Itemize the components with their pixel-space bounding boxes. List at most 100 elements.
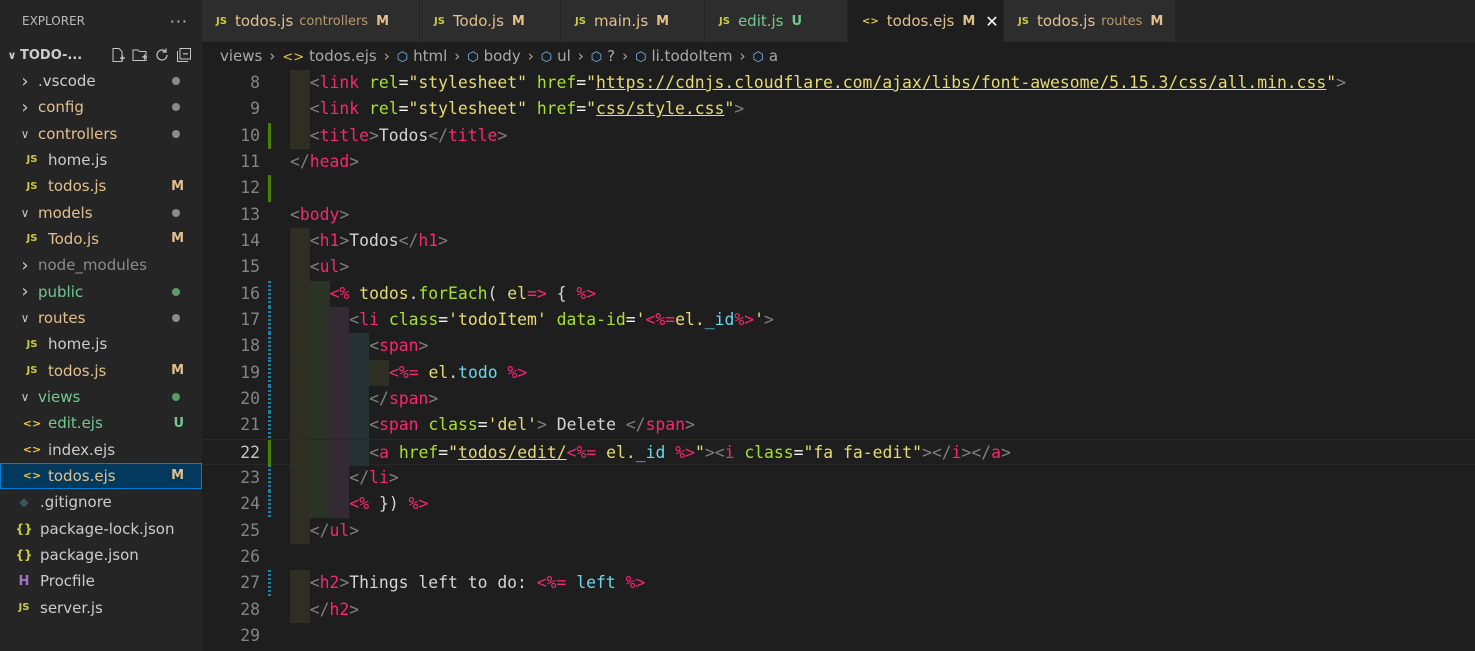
code-line[interactable]: 25 </ul>	[202, 517, 1475, 544]
code-line[interactable]: 14 <h1>Todos</h1>	[202, 227, 1475, 255]
file-item[interactable]: JS home.js	[0, 331, 202, 357]
code-token: =	[793, 442, 804, 462]
file-item[interactable]: JS server.js	[0, 595, 202, 621]
chevron-down-icon: ∨	[20, 389, 30, 404]
code-token: Things left to do:	[349, 573, 537, 593]
code-line[interactable]: 10 <title>Todos</title>	[202, 122, 1475, 149]
folder-item[interactable]: › config	[0, 94, 202, 120]
folder-item[interactable]: ∨ controllers	[0, 121, 202, 147]
code-line[interactable]: 18 <span>	[202, 333, 1475, 360]
code-token: %>	[576, 283, 597, 303]
file-item[interactable]: <> edit.ejs U	[0, 410, 202, 436]
code-token: _id	[635, 442, 666, 462]
file-item[interactable]: JS Todo.js M	[0, 226, 202, 252]
tab-todos-js[interactable]: JS todos.js routes M	[1004, 0, 1176, 42]
status-dot	[172, 287, 180, 296]
folder-item[interactable]: › node_modules	[0, 252, 202, 278]
breadcrumb-item[interactable]: ⬡ body	[467, 47, 520, 65]
git-status-badge: U	[173, 415, 184, 431]
code-editor[interactable]: 8 <link rel="stylesheet" href="https://cd…	[202, 70, 1475, 651]
code-line[interactable]: 26	[202, 544, 1475, 570]
tab-status-badge: M	[511, 13, 525, 29]
code-line[interactable]: 12	[202, 175, 1475, 202]
tab-description: routes	[1101, 13, 1143, 29]
breadcrumb-item[interactable]: views	[220, 47, 262, 65]
breadcrumb-item[interactable]: ⬡ ul	[541, 47, 571, 65]
code-line[interactable]: 21 <span class='del'> Delete </span>	[202, 412, 1475, 439]
code-token: =	[438, 442, 449, 462]
line-number: 14	[240, 230, 260, 250]
breadcrumb-item[interactable]: ⬡ li.todoItem	[635, 47, 732, 65]
code-token: todos	[359, 283, 409, 303]
file-item[interactable]: {} package-lock.json	[0, 516, 202, 542]
breadcrumb-item[interactable]: ⬡?	[591, 47, 615, 65]
file-item[interactable]: <> index.ejs	[0, 437, 202, 463]
indent-guide	[309, 491, 330, 518]
file-item[interactable]: ◆ .gitignore	[0, 489, 202, 515]
code-line[interactable]: 27 <h2>Things left to do: <%= left %>	[202, 570, 1475, 597]
breadcrumb-item[interactable]: ⬡ a	[752, 47, 778, 65]
code-line[interactable]: 13 <body>	[202, 202, 1475, 228]
code-line[interactable]: 8 <link rel="stylesheet" href="https://cd…	[202, 70, 1475, 97]
breadcrumb-item[interactable]: <> todos.ejs	[282, 47, 376, 65]
code-line[interactable]: 16 <% todos.forEach( el=> { %>	[202, 280, 1475, 307]
code-token: class	[388, 309, 439, 329]
code-token: '	[635, 309, 646, 329]
new-folder-icon[interactable]	[132, 47, 148, 63]
code-token: h1	[418, 230, 439, 250]
file-item[interactable]: JS todos.js M	[0, 358, 202, 384]
js-file-icon: JS	[1018, 15, 1029, 27]
code-line[interactable]: 24 <% }) %>	[202, 491, 1475, 518]
code-text: <span class='del'> Delete </span>	[369, 412, 695, 438]
code-line[interactable]: 29	[202, 623, 1475, 649]
close-icon[interactable]: ✕	[985, 12, 998, 31]
folder-item[interactable]: ∨ views	[0, 384, 202, 410]
code-line[interactable]: 9 <link rel="stylesheet" href="css/style.…	[202, 96, 1475, 123]
file-item[interactable]: H Procfile	[0, 568, 202, 594]
tab-edit-js[interactable]: JS edit.js U	[705, 0, 848, 42]
code-line[interactable]: 23 </li>	[202, 464, 1475, 492]
file-item[interactable]: <> todos.ejs M	[0, 462, 202, 489]
line-number: 13	[240, 204, 260, 224]
tab-todos-js[interactable]: JS todos.js controllers M	[202, 0, 420, 42]
new-file-icon[interactable]	[110, 47, 126, 63]
folder-item[interactable]: ∨ routes	[0, 305, 202, 331]
tab-Todo-js[interactable]: JS Todo.js M	[420, 0, 561, 42]
js-file-icon: JS	[575, 15, 586, 27]
file-item[interactable]: JS home.js	[0, 147, 202, 173]
folder-item[interactable]: › public	[0, 279, 202, 305]
more-actions-icon[interactable]: ···	[170, 12, 188, 31]
tab-main-js[interactable]: JS main.js M	[561, 0, 705, 42]
breadcrumb-item[interactable]: ⬡ html	[397, 47, 448, 65]
collapse-all-icon[interactable]	[176, 47, 192, 63]
code-line[interactable]: 28 </h2>	[202, 596, 1475, 623]
code-line[interactable]: 20 </span>	[202, 385, 1475, 413]
tab-todos-ejs[interactable]: <> todos.ejs M ✕	[848, 0, 1004, 42]
code-text: <title>Todos</title>	[310, 123, 507, 149]
indent-guide	[290, 439, 310, 466]
file-item[interactable]: JS todos.js M	[0, 173, 202, 199]
code-line[interactable]: 15 <ul>	[202, 254, 1475, 281]
tab-label: todos.ejs	[886, 12, 955, 30]
line-number: 17	[240, 309, 260, 329]
folder-item[interactable]: ∨ models	[0, 200, 202, 226]
js-file-icon: JS	[26, 180, 38, 192]
code-token: .	[448, 362, 459, 382]
file-item[interactable]: {} package.json	[0, 542, 202, 568]
gutter-changed-marker	[268, 491, 271, 518]
folder-item[interactable]: › .vscode	[0, 68, 202, 94]
code-token: class	[744, 442, 794, 462]
code-line[interactable]: 11 </head>	[202, 149, 1475, 175]
workspace-root[interactable]: ∨ TODO-...	[0, 42, 202, 68]
code-text: <body>	[290, 202, 349, 228]
code-line[interactable]: 22 <a href="todos/edit/<%= el._id %>"><i …	[202, 438, 1475, 466]
code-token: "	[694, 442, 705, 462]
line-number: 12	[240, 178, 260, 198]
code-line[interactable]: 17 <li class='todoItem' data-id='<%=el._i…	[202, 306, 1475, 334]
code-line[interactable]: 19 <%= el.todo %>	[202, 359, 1475, 386]
refresh-icon[interactable]	[154, 47, 170, 63]
indent-guide	[309, 333, 330, 360]
